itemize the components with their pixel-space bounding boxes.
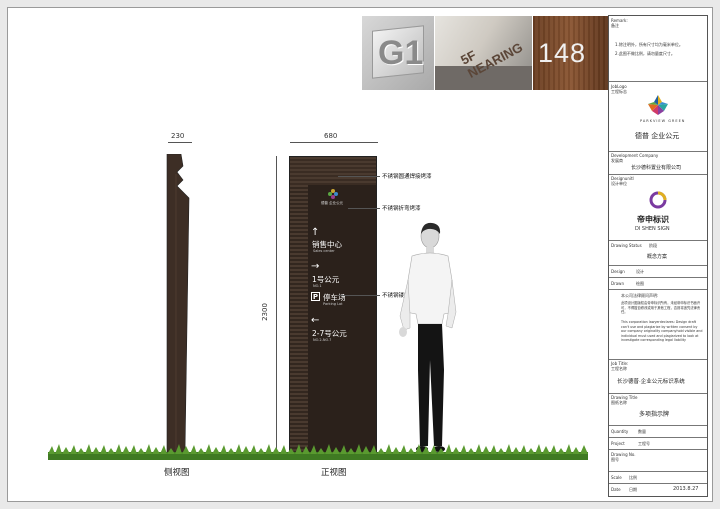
tb-scale-label: Scale	[611, 475, 622, 480]
side-view	[166, 154, 190, 453]
tb-project-label: Project	[611, 441, 625, 446]
tb-drawing-status-label: Drawing Status	[611, 243, 642, 248]
tb-quantity: Quantity 数量	[609, 426, 707, 438]
tb-dev-company: 长沙德科置业有限公司	[631, 165, 682, 171]
drawing-sheet: G1 5F NEARING 148 230 680 2300 德普 企业公元 ↑…	[7, 7, 713, 502]
tb-drawing-title: Drawing Title 图纸名称 多项指示牌	[609, 394, 707, 426]
figure-left-arm	[399, 279, 411, 331]
sign-item-2-en: NO.1	[313, 284, 322, 288]
tb-design-unit-label-cn: 设计单位	[611, 181, 627, 186]
tb-copyright-cn: 此项设计图版权由帝申标识所有，未经帝申标识书面许可，不得擅自修改或用于其他工程，…	[621, 301, 701, 314]
side-width-line	[168, 142, 192, 143]
client-logo-icon	[648, 95, 668, 115]
front-sign-wood-strip	[290, 185, 308, 453]
designer-logo-icon	[649, 191, 667, 209]
figure-shirt	[405, 252, 455, 325]
tb-drawing-title: 多项指示牌	[639, 411, 670, 418]
tb-drawing-status: Drawing Status 阶段 概念方案	[609, 241, 707, 266]
front-sign-top-band	[290, 157, 376, 185]
tb-date-value-cn: 日期	[629, 487, 637, 492]
photo-floor-sign: 5F NEARING	[435, 16, 532, 90]
sign-logo-icon	[328, 189, 338, 199]
tb-quantity-label: Quantity	[611, 429, 629, 434]
figure-trousers	[418, 324, 444, 446]
tb-scale-value: 比例	[629, 475, 637, 480]
sign-item-2-arrow: →	[311, 261, 320, 272]
side-width-label: 230	[171, 132, 185, 140]
tb-drawing-no-label-cn: 图号	[611, 457, 619, 462]
figure-hand	[399, 327, 407, 337]
callout-1-line	[338, 176, 380, 177]
tb-project-value: 工程号	[638, 441, 650, 446]
front-width-label: 680	[324, 132, 338, 140]
side-view-body	[166, 154, 190, 453]
photo-g1-text: G1	[378, 34, 424, 72]
sign-item-4-en: NO.2-NO.7	[313, 338, 332, 342]
sign-logo: 德普 企业公元	[320, 189, 348, 209]
tb-job-logo-label-cn: 工程标志	[611, 89, 627, 94]
human-figure	[399, 222, 457, 452]
tb-scale: Scale 比例	[609, 472, 707, 484]
front-width-line	[290, 142, 378, 143]
tb-copyright-title: 本公司法律顾问声明:	[621, 293, 659, 298]
client-logo-cn: 德普 企业公元	[635, 132, 680, 140]
sign-item-3-en: Parking Lot	[323, 302, 343, 306]
designer-logo-cn: 帝申标识	[637, 215, 669, 224]
callout-3-line	[338, 295, 380, 296]
sign-item-1-en: Sales center	[313, 249, 335, 253]
callout-1: 不锈钢圆通焊接烤漆	[382, 174, 432, 180]
sign-item-2: → 1号公元 NO.1	[311, 261, 371, 289]
tb-job-logo: JobLogo 工程标志 PARKVIEW GREEN 德普 企业公元	[609, 82, 707, 152]
sign-item-1: ↑ 销售中心 Sales center	[311, 227, 371, 255]
tb-dev-company-label-cn: 发展商	[611, 158, 623, 163]
tb-design-unit: DesignunitI 设计单位 帝申标识 DI SHEN SIGN	[609, 175, 707, 241]
tb-drawn: Drawn 绘图	[609, 278, 707, 290]
tb-job-title: 长沙德普·企业公元标识系统	[617, 379, 685, 385]
tb-date: Date 日期 2013.8.27	[609, 484, 707, 496]
grass-strip	[48, 444, 588, 460]
client-logo-en: PARKVIEW GREEN	[640, 119, 686, 123]
tb-copyright-en: This corporation lawyerdeclares: Design …	[621, 320, 703, 342]
tb-remark: Remark: 备注 1.除注明外，所有尺寸均为毫米单位。 2.此图不做比例，请…	[609, 16, 707, 82]
tb-drawn-label: Drawn	[611, 281, 624, 286]
tb-quantity-value: 数量	[638, 429, 646, 434]
tb-project: Project 工程号	[609, 438, 707, 450]
callout-2: 不锈钢折弯烤漆	[382, 206, 421, 212]
tb-design: Design 设计	[609, 266, 707, 278]
sign-item-1-arrow: ↑	[311, 227, 320, 238]
tb-drawing-status: 概念方案	[647, 254, 668, 260]
sign-item-3: P 停车场 Parking Lot	[311, 291, 371, 311]
title-block: Remark: 备注 1.除注明外，所有尺寸均为毫米单位。 2.此图不做比例，请…	[608, 15, 708, 497]
tb-remark-text-1: 1.除注明外，所有尺寸均为毫米单位。	[615, 42, 683, 47]
tb-date: 2013.8.27	[673, 486, 699, 492]
tb-remark-text-2: 2.此图不做比例，请勿量度尺寸。	[615, 51, 675, 56]
tb-drawn-value: 绘图	[636, 281, 644, 286]
tb-dev-company: Development Company 发展商 长沙德科置业有限公司	[609, 152, 707, 175]
tb-drawing-no: Drawing No. 图号	[609, 450, 707, 472]
tb-drawing-status-label-cn: 阶段	[649, 243, 657, 248]
sign-item-4: ← 2-7号公元 NO.2-NO.7	[311, 315, 377, 343]
side-view-label: 侧视图	[164, 468, 190, 478]
sign-item-4-arrow: ←	[311, 315, 320, 326]
tb-design-label: Design	[611, 269, 625, 274]
height-label: 2300	[260, 303, 269, 321]
height-line	[276, 156, 277, 452]
photo-g1: G1	[362, 16, 434, 90]
tb-job-title: Job Title: 工程名称 长沙德普·企业公元标识系统	[609, 360, 707, 394]
tb-job-title-label-cn: 工程名称	[611, 366, 627, 371]
tb-drawing-title-label-cn: 图纸名称	[611, 400, 627, 405]
designer-logo-en: DI SHEN SIGN	[635, 226, 670, 232]
photo-148-text: 148	[538, 38, 587, 68]
front-view-label: 正视图	[321, 468, 347, 478]
tb-copyright: 本公司法律顾问声明: 此项设计图版权由帝申标识所有，未经帝申标识书面许可，不得擅…	[609, 290, 707, 360]
parking-icon: P	[311, 292, 320, 301]
sign-logo-text: 德普 企业公元	[321, 201, 344, 205]
tb-design-value: 设计	[636, 269, 644, 274]
tb-date-label: Date	[611, 487, 621, 492]
photo-148: 148	[533, 16, 608, 90]
tb-remark-label-cn: 备注	[611, 23, 619, 28]
callout-2-line	[348, 208, 380, 209]
